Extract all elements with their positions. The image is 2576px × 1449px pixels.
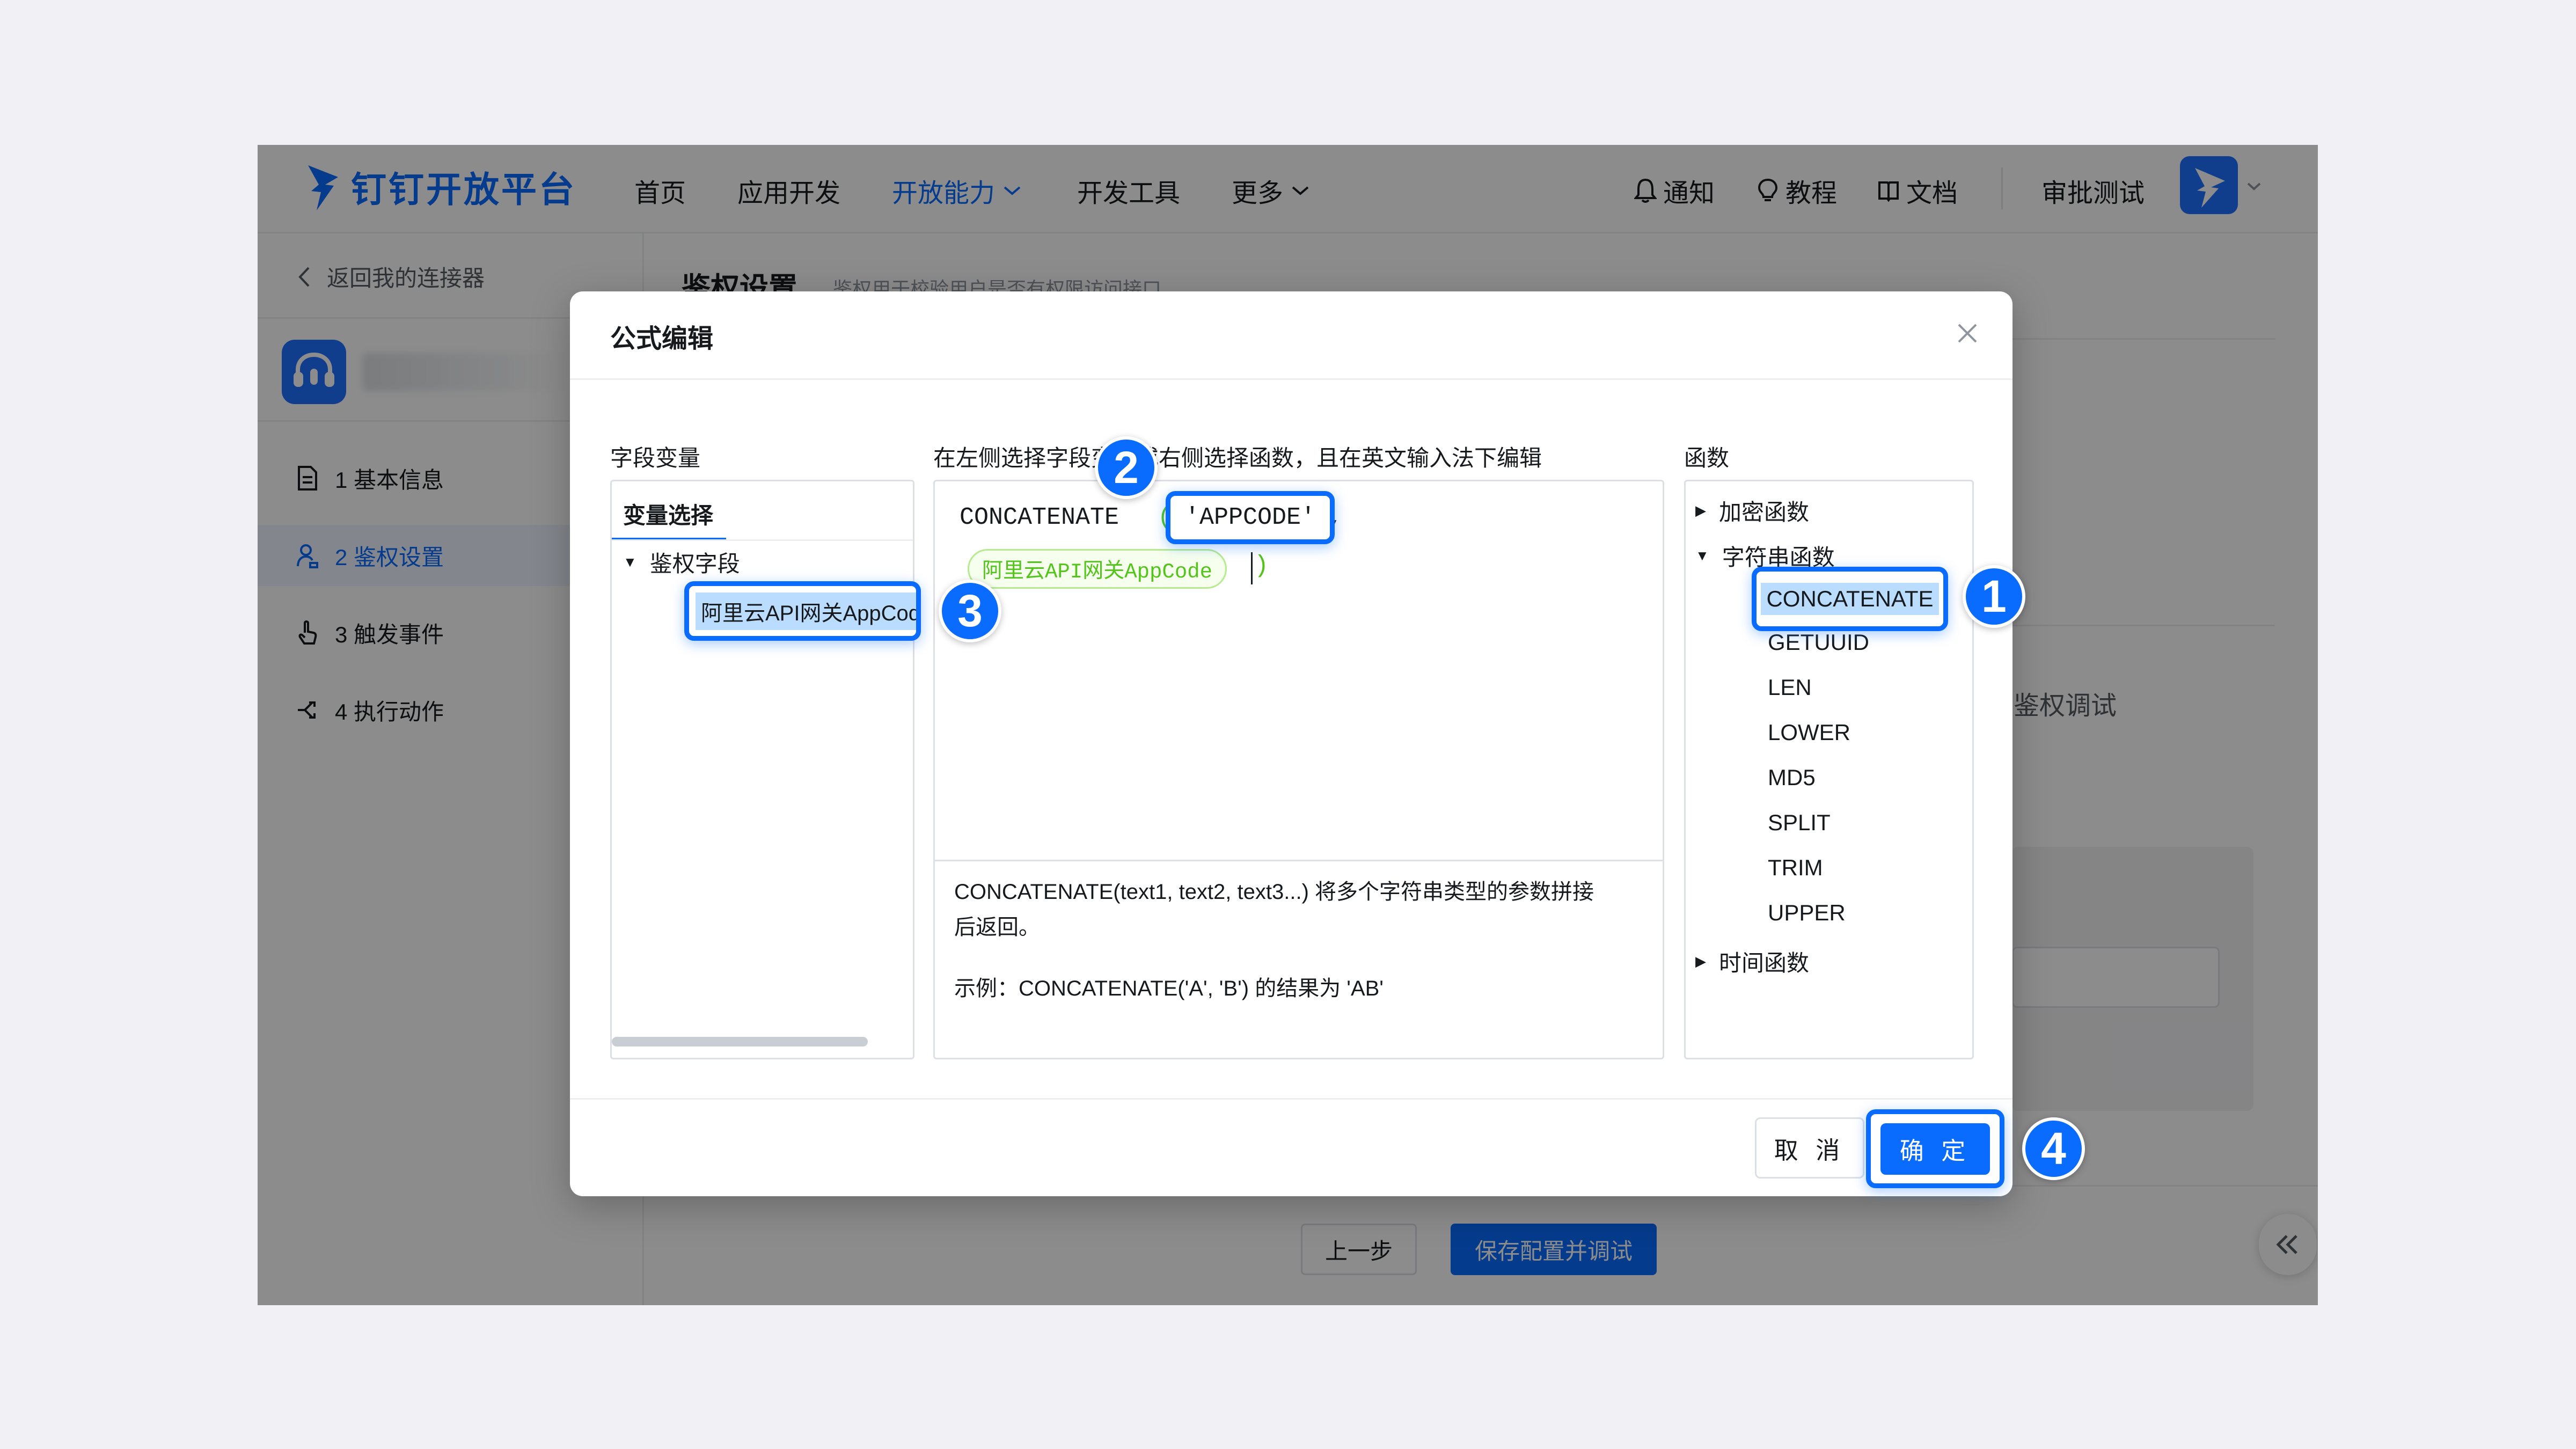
formula-editor-dialog: 公式编辑 字段变量 变量选择 ▼ 鉴权字段 在左侧选择字段变量或右侧选择函数，且… — [570, 291, 2085, 1196]
variable-item-label: 阿里云API网关AppCode — [696, 592, 916, 630]
callout-badge-2: 2 — [1095, 436, 1158, 499]
close-icon[interactable] — [1956, 322, 1979, 345]
string-argument-token[interactable]: 'APPCODE' — [1166, 491, 1335, 544]
variable-chip[interactable]: 阿里云API网关AppCode — [968, 549, 1227, 589]
dialog-title: 公式编辑 — [610, 325, 714, 353]
function-item[interactable]: MD5 — [1768, 765, 1816, 791]
function-item[interactable]: GETUUID — [1768, 630, 1869, 655]
callout-badge-3: 3 — [939, 580, 1001, 642]
editor-hint: 在左侧选择字段变量或右侧选择函数，且在英文输入法下编辑 — [933, 445, 1542, 471]
function-item[interactable]: TRIM — [1768, 855, 1823, 881]
description-line: 后返回。 — [954, 916, 1040, 939]
function-item[interactable]: UPPER — [1768, 900, 1846, 926]
text-cursor — [1251, 552, 1253, 584]
caret-down-icon: ▼ — [1695, 547, 1709, 564]
function-item[interactable]: LEN — [1768, 675, 1812, 700]
confirm-button[interactable]: 确 定 — [1880, 1123, 1990, 1175]
formula-function-token: CONCATENATE — [960, 504, 1119, 531]
tree-group-label: 鉴权字段 — [649, 551, 740, 576]
function-description: CONCATENATE(text1, text2, text3...) 将多个字… — [954, 874, 1646, 945]
horizontal-scrollbar[interactable] — [612, 1037, 868, 1046]
function-item[interactable]: SPLIT — [1768, 810, 1831, 836]
tree-group-auth-fields[interactable]: ▼ 鉴权字段 — [623, 546, 740, 579]
function-group-label: 加密函数 — [1719, 500, 1810, 525]
callout-badge-4: 4 — [2022, 1117, 2085, 1180]
confirm-button-highlight: 确 定 — [1866, 1109, 2004, 1188]
string-argument-label: 'APPCODE' — [1184, 504, 1316, 531]
dialog-footer-divider — [570, 1098, 2012, 1100]
function-group-encrypt[interactable]: ▶ 加密函数 — [1695, 494, 1809, 527]
functions-header: 函数 — [1684, 445, 1730, 471]
variables-header: 字段变量 — [610, 445, 701, 471]
tab-variable-select[interactable]: 变量选择 — [623, 497, 713, 530]
dialog-header-divider — [570, 378, 2012, 380]
formula-close-paren: ) — [1254, 552, 1269, 580]
tab-divider — [612, 539, 913, 541]
cancel-button[interactable]: 取 消 — [1755, 1117, 1864, 1179]
caret-down-icon: ▼ — [623, 554, 637, 570]
editor-divider — [935, 860, 1663, 861]
concatenate-label: CONCATENATE — [1761, 583, 1939, 615]
caret-right-icon: ▶ — [1695, 953, 1706, 969]
caret-right-icon: ▶ — [1695, 502, 1706, 518]
variable-item-appcode[interactable]: 阿里云API网关AppCode — [684, 581, 921, 641]
function-item[interactable]: LOWER — [1768, 720, 1850, 745]
function-example: 示例：CONCATENATE('A', 'B') 的结果为 'AB' — [954, 977, 1384, 1000]
function-group-time[interactable]: ▶ 时间函数 — [1695, 945, 1809, 978]
concatenate-function-item[interactable]: CONCATENATE — [1752, 567, 1948, 631]
description-line: CONCATENATE(text1, text2, text3...) 将多个字… — [954, 880, 1594, 904]
function-group-label: 时间函数 — [1719, 950, 1810, 976]
callout-badge-1: 1 — [1963, 565, 2025, 628]
variables-panel: 变量选择 ▼ 鉴权字段 — [610, 480, 914, 1059]
